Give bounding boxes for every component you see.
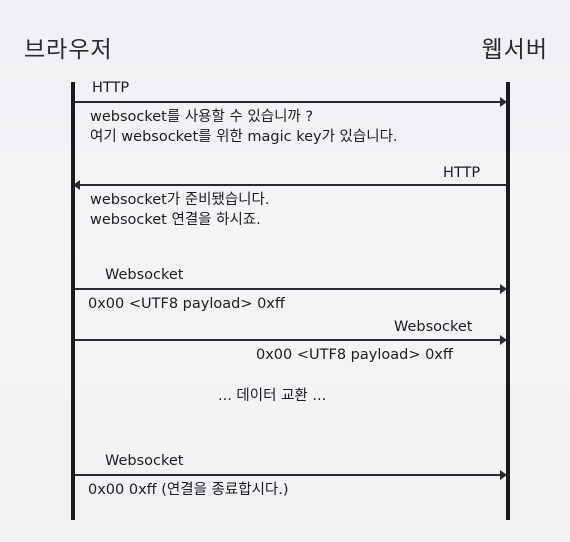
message-2-arrow [73, 180, 506, 190]
message-2-protocol: HTTP [443, 165, 481, 181]
message-1-line-1: websocket를 사용할 수 있습니까 ? [90, 109, 314, 125]
message-3-arrow [75, 284, 507, 294]
message-1-line-2: 여기 websocket를 위한 magic key가 있습니다. [90, 129, 398, 145]
message-1-arrow [75, 97, 507, 107]
message-4-protocol: Websocket [394, 319, 473, 335]
message-2-line-2: websocket 연결을 하시죠. [90, 212, 261, 228]
message-2-line-1: websocket가 준비됐습니다. [90, 192, 270, 208]
message-4-arrow [75, 335, 507, 345]
message-5-payload: 0x00 0xff (연결을 종료합시다.) [88, 482, 289, 498]
message-1-protocol: HTTP [92, 80, 130, 96]
server-lifeline [506, 82, 510, 520]
sequence-diagram: 브라우저 웹서버 HTTP websocket를 사용할 수 있습니까 ? 여기… [0, 0, 570, 542]
message-3-protocol: Websocket [105, 267, 184, 283]
actor-browser: 브라우저 [24, 37, 113, 63]
actor-server: 웹서버 [481, 37, 548, 63]
browser-lifeline [71, 82, 75, 520]
message-4-payload: 0x00 <UTF8 payload> 0xff [256, 347, 453, 363]
message-3-payload: 0x00 <UTF8 payload> 0xff [88, 296, 285, 312]
data-exchange-note: ... 데이터 교환 ... [218, 388, 327, 404]
message-5-arrow [75, 470, 507, 480]
message-5-protocol: Websocket [105, 453, 184, 469]
